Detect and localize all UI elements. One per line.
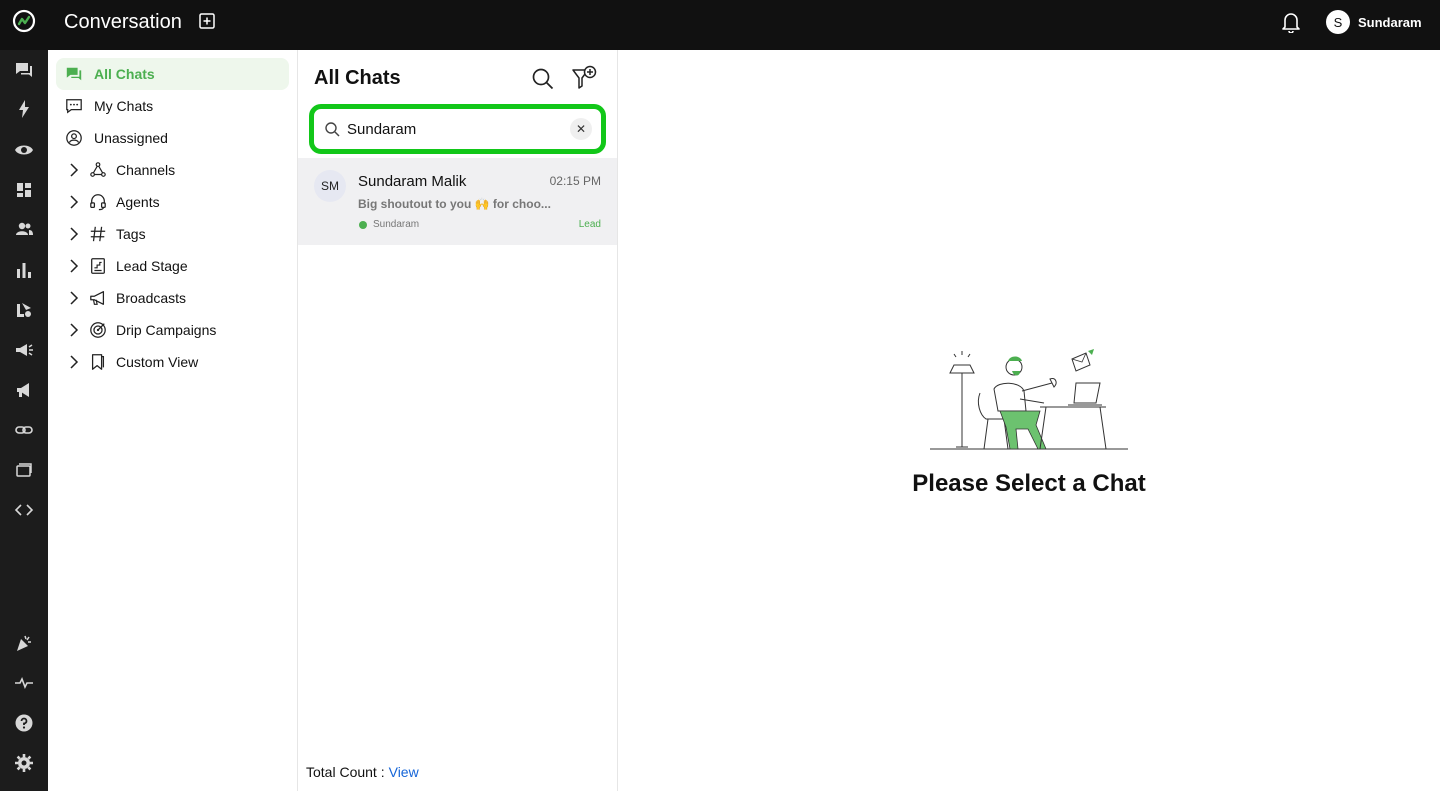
chevron-right-icon[interactable] bbox=[68, 355, 80, 369]
campaign-icon[interactable] bbox=[14, 340, 34, 360]
templates-icon[interactable] bbox=[14, 460, 34, 480]
lead-stage-icon bbox=[88, 256, 108, 276]
lead-stage-badge: Lead bbox=[578, 219, 601, 230]
view-total-link[interactable]: View bbox=[389, 764, 419, 780]
chevron-right-icon[interactable] bbox=[68, 163, 80, 177]
celebrate-icon[interactable] bbox=[14, 633, 34, 653]
avatar: S bbox=[1326, 10, 1350, 34]
nav-item-label: My Chats bbox=[94, 98, 154, 114]
chat-icon[interactable] bbox=[14, 60, 34, 80]
broadcast-icon[interactable] bbox=[14, 380, 34, 400]
chevron-right-icon[interactable] bbox=[68, 227, 80, 241]
nav-item-label: Agents bbox=[116, 194, 160, 210]
clear-search-button[interactable]: ✕ bbox=[570, 118, 592, 140]
contact-name: Sundaram Malik bbox=[358, 173, 467, 190]
nav-item-lead-stage[interactable]: Lead Stage bbox=[56, 250, 289, 282]
code-icon[interactable] bbox=[14, 500, 34, 520]
channel-label: Sundaram bbox=[359, 219, 419, 230]
page-title: Conversation bbox=[64, 11, 182, 33]
nav-item-custom-view[interactable]: Custom View bbox=[56, 346, 289, 378]
bookmark-icon bbox=[88, 352, 108, 372]
target-icon bbox=[88, 320, 108, 340]
chevron-right-icon[interactable] bbox=[68, 195, 80, 209]
chats-icon bbox=[64, 64, 84, 84]
avatar: SM bbox=[314, 170, 346, 202]
nav-item-label: Tags bbox=[116, 226, 146, 242]
nav-item-label: Drip Campaigns bbox=[116, 322, 217, 338]
message-preview: Big shoutout to you 🙌 for choo... bbox=[358, 197, 551, 211]
search-icon[interactable] bbox=[531, 67, 555, 91]
unassigned-icon bbox=[64, 128, 84, 148]
close-icon: ✕ bbox=[575, 122, 587, 136]
nav-item-label: Broadcasts bbox=[116, 290, 187, 306]
search-field: ✕ bbox=[317, 112, 598, 146]
search-input[interactable] bbox=[347, 115, 567, 143]
megaphone-icon bbox=[88, 288, 108, 308]
nav-item-label: Unassigned bbox=[94, 130, 168, 146]
empty-state-title: Please Select a Chat bbox=[912, 470, 1146, 497]
chevron-right-icon[interactable] bbox=[68, 259, 80, 273]
automation-icon[interactable] bbox=[14, 300, 34, 320]
nav-item-label: All Chats bbox=[94, 66, 155, 82]
nav-item-agents[interactable]: Agents bbox=[56, 186, 289, 218]
chevron-right-icon[interactable] bbox=[68, 323, 80, 337]
search-field-highlight: ✕ bbox=[309, 104, 606, 154]
channels-icon bbox=[88, 160, 108, 180]
chevron-right-icon[interactable] bbox=[68, 291, 80, 305]
user-name: Sundaram bbox=[1358, 14, 1422, 30]
total-count-label: Total Count : bbox=[306, 764, 385, 780]
activity-icon[interactable] bbox=[14, 673, 34, 693]
search-icon bbox=[325, 122, 340, 137]
contacts-icon[interactable] bbox=[14, 219, 34, 239]
nav-item-channels[interactable]: Channels bbox=[56, 154, 289, 186]
nav-item-all-chats[interactable]: All Chats bbox=[56, 58, 289, 90]
chat-list-title: All Chats bbox=[314, 67, 401, 89]
total-count: Total Count : View bbox=[306, 764, 419, 780]
app-logo-icon[interactable] bbox=[12, 9, 36, 33]
user-menu[interactable]: S Sundaram bbox=[1326, 10, 1422, 34]
nav-item-broadcasts[interactable]: Broadcasts bbox=[56, 282, 289, 314]
chat-list-item[interactable]: SM Sundaram Malik 02:15 PM Big shoutout … bbox=[298, 158, 617, 245]
nav-item-my-chats[interactable]: My Chats bbox=[56, 90, 289, 122]
whatsapp-icon bbox=[359, 220, 367, 229]
help-icon[interactable] bbox=[14, 713, 34, 733]
message-time: 02:15 PM bbox=[549, 174, 601, 188]
new-chat-icon[interactable] bbox=[199, 13, 215, 29]
nav-item-drip-campaigns[interactable]: Drip Campaigns bbox=[56, 314, 289, 346]
person-at-desk-illustration bbox=[930, 349, 1128, 450]
dashboard-icon[interactable] bbox=[14, 180, 34, 200]
channel-name: Sundaram bbox=[373, 219, 420, 230]
analytics-icon[interactable] bbox=[14, 260, 34, 280]
bolt-icon[interactable] bbox=[14, 99, 34, 119]
notification-bell-icon[interactable] bbox=[1281, 11, 1301, 34]
my-chats-icon bbox=[64, 96, 84, 116]
hash-icon bbox=[88, 224, 108, 244]
top-bar: Conversation S Sundaram bbox=[0, 0, 1440, 50]
nav-item-tags[interactable]: Tags bbox=[56, 218, 289, 250]
nav-item-label: Channels bbox=[116, 162, 176, 178]
filter-add-icon[interactable] bbox=[571, 65, 597, 91]
eye-icon[interactable] bbox=[14, 140, 34, 160]
left-rail bbox=[0, 50, 48, 791]
nav-item-unassigned[interactable]: Unassigned bbox=[56, 122, 289, 154]
nav-item-label: Lead Stage bbox=[116, 258, 188, 274]
chat-view-area: Please Select a Chat bbox=[618, 50, 1440, 791]
link-icon[interactable] bbox=[14, 420, 34, 440]
settings-icon[interactable] bbox=[14, 753, 34, 773]
conversation-nav: All Chats My Chats Unassigned Channels A… bbox=[48, 50, 298, 791]
nav-item-label: Custom View bbox=[116, 354, 199, 370]
headset-icon bbox=[88, 192, 108, 212]
chat-list-panel: All Chats ✕ SM Sundaram Malik 02:15 PM B… bbox=[298, 50, 618, 791]
